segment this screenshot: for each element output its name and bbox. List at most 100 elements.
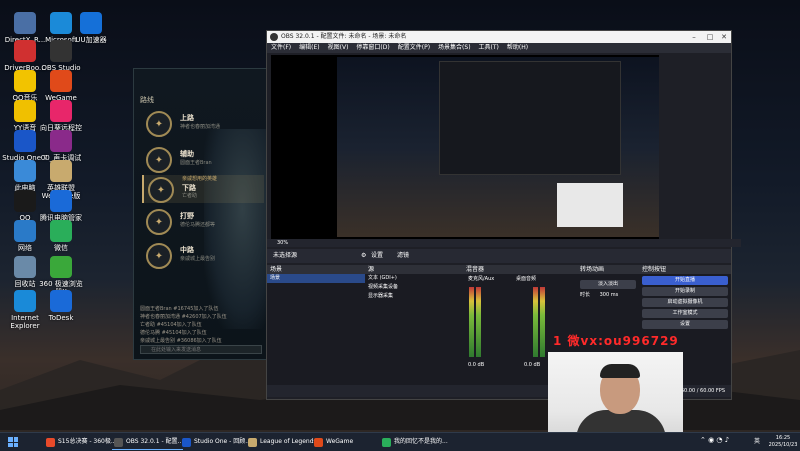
filters-button[interactable]: 滤镜: [397, 249, 409, 263]
obs-menu-bar: 文件(F) 编辑(E) 视图(V) 停靠窗口(D) 配置文件(P) 场景集合(S) 工具(T…: [267, 43, 731, 53]
desktop-shortcut-label: ToDesk: [48, 314, 74, 322]
taskbar-app-label: 我的回忆不是我的...: [394, 438, 448, 445]
settings-button[interactable]: 设置: [642, 320, 728, 329]
start-recording-button[interactable]: 开始录制: [642, 287, 728, 296]
windows-start-icon[interactable]: [8, 437, 18, 447]
source-item[interactable]: 文本 (GDI+): [365, 274, 463, 283]
virtual-camera-button[interactable]: 启动虚拟摄像机: [642, 298, 728, 307]
lane-player: 亲戚城上最告别: [180, 256, 216, 262]
desktop-shortcut[interactable]: WeGame: [38, 70, 84, 102]
taskbar-app-label: League of Legends: [260, 438, 317, 445]
transition-select[interactable]: 淡入淡出: [580, 280, 636, 289]
lol-icon: [248, 438, 257, 447]
properties-button[interactable]: 设置: [371, 249, 383, 263]
sources-dock: 源 文本 (GDI+) 视频采集设备 显示器采集: [365, 265, 464, 385]
taskbar: S15总决赛 - 360极... OBS 32.0.1 - 配置... Studio…: [0, 432, 800, 451]
desktop-shortcut[interactable]: 腾讯电脑管家: [38, 190, 84, 222]
scene-item[interactable]: 场景: [267, 274, 365, 283]
ime-indicator[interactable]: 英: [754, 438, 760, 445]
wegame-icon: [50, 70, 72, 92]
maximize-icon[interactable]: □: [703, 31, 717, 43]
lane-option[interactable]: ✦ 中路 亲戚城上最告别: [142, 241, 262, 269]
lane-name: 打野: [180, 212, 194, 220]
lane-option[interactable]: ✦ 辅助 圆面王者Bran: [142, 145, 262, 173]
jungle-icon: ✦: [146, 209, 172, 235]
wegame-icon: [314, 438, 323, 447]
transition-duration[interactable]: 时长 300 ms: [577, 291, 639, 300]
uu-icon: [80, 12, 102, 34]
clock-date: 2025/10/23: [768, 442, 798, 448]
menu-item[interactable]: 帮助(H): [507, 44, 528, 51]
sunlogin-icon: [50, 100, 72, 122]
taskbar-app[interactable]: WeGame: [312, 435, 353, 449]
taskbar-app-label: WeGame: [326, 438, 354, 445]
mic-volume-meter: [469, 287, 474, 357]
obs-preview[interactable]: [271, 55, 659, 239]
clock-time: 16:25: [775, 435, 791, 441]
pcmanager-icon: [50, 190, 72, 212]
driverbooster-icon: [14, 40, 36, 62]
lol-chat-log: 圆面王者Bran #16745加入了队伍 神者也春丽加湾通 #42607加入了队伍…: [140, 305, 264, 345]
chat-line: 亲戚城上最告别 #36086加入了队伍: [140, 338, 222, 344]
desktop-shortcut-label: 微信: [54, 244, 68, 252]
studioone-icon: [14, 130, 36, 152]
gear-icon[interactable]: ⚙: [361, 249, 366, 263]
qqmusic-icon: [14, 70, 36, 92]
lol-client-window[interactable]: 路线 ✦ 上路 神者也春丽加湾通 ✦ 辅助 圆面王者Bran ✦ 亲戚想用的英雄 下路 亡者助 ✦ 打…: [133, 68, 269, 360]
chat-line: 亡者助 #45104加入了队伍: [140, 322, 202, 328]
ie-icon: [14, 290, 36, 312]
lol-chat-input[interactable]: 在此处输入来发送消息: [140, 345, 262, 354]
lane-preference: 亲戚想用的英雄: [182, 176, 218, 182]
taskbar-app[interactable]: S15总决赛 - 360极...: [44, 435, 117, 449]
menu-item[interactable]: 视图(V): [328, 44, 349, 51]
desktop-shortcut[interactable]: ToDesk: [38, 290, 84, 322]
lane-option[interactable]: ✦ 亲戚想用的英雄 下路 亡者助: [142, 175, 264, 203]
360-icon: [50, 256, 72, 278]
mic-db: 0.0 dB: [468, 362, 485, 368]
desktop-db: 0.0 dB: [524, 362, 541, 368]
controls-title: 控制按钮: [639, 265, 731, 274]
source-item[interactable]: 显示器采集: [365, 292, 463, 301]
no-source-label: 未选择源: [273, 252, 298, 259]
desktop-shortcut[interactable]: OBS Studio: [38, 40, 84, 72]
webcam-overlay: [548, 352, 683, 436]
mixer-title: 混音器: [463, 265, 577, 274]
source-item[interactable]: 视频采集设备: [365, 283, 463, 292]
taskbar-app[interactable]: League of Legends: [246, 435, 317, 449]
menu-item[interactable]: 停靠窗口(D): [356, 44, 389, 51]
start-streaming-button[interactable]: 开始直播: [642, 276, 728, 285]
taskbar-app[interactable]: 我的回忆不是我的...: [380, 435, 448, 449]
preview-zoom[interactable]: 30%: [267, 239, 741, 247]
menu-item[interactable]: 配置文件(P): [398, 44, 430, 51]
support-icon: ✦: [146, 147, 172, 173]
obs-logo-icon: [270, 33, 278, 41]
lane-option[interactable]: ✦ 上路 神者也春丽加湾通: [142, 109, 262, 137]
directx-icon: [14, 12, 36, 34]
desktop-shortcut[interactable]: 微信: [38, 220, 84, 252]
chrome-icon: [46, 438, 55, 447]
taskbar-app[interactable]: OBS 32.0.1 - 配置...: [112, 435, 184, 450]
taskbar-app[interactable]: Studio One - 回顾...: [180, 435, 251, 449]
minimize-icon[interactable]: –: [687, 31, 701, 43]
menu-item[interactable]: 编辑(E): [299, 44, 319, 51]
tray-icons[interactable]: ⌃ ◉ ◔ ♪: [700, 437, 729, 444]
qq-icon: [14, 190, 36, 212]
menu-item[interactable]: 工具(T): [479, 44, 499, 51]
winrar-icon: [50, 130, 72, 152]
wechat-icon: [50, 220, 72, 242]
clock[interactable]: 16:25 2025/10/23: [766, 435, 800, 449]
duration-label: 时长: [580, 292, 591, 298]
menu-item[interactable]: 场景集合(S): [438, 44, 471, 51]
lane-option[interactable]: ✦ 打野 德伦马腾还都等: [142, 207, 262, 235]
network-icon: [14, 220, 36, 242]
taskbar-app-label: OBS 32.0.1 - 配置...: [126, 438, 184, 445]
lane-name: 辅助: [180, 150, 194, 158]
lane-header: 路线: [140, 96, 154, 104]
close-icon[interactable]: ✕: [717, 31, 731, 43]
studio-mode-button[interactable]: 工作室模式: [642, 309, 728, 318]
computer-icon: [14, 160, 36, 182]
chat-line: 德伦马腾 #45104加入了队伍: [140, 330, 207, 336]
menu-item[interactable]: 文件(F): [271, 44, 291, 51]
taskbar-app-label: S15总决赛 - 360极...: [58, 438, 117, 445]
watermark-text: 1 微vx:ou996729: [553, 334, 679, 348]
